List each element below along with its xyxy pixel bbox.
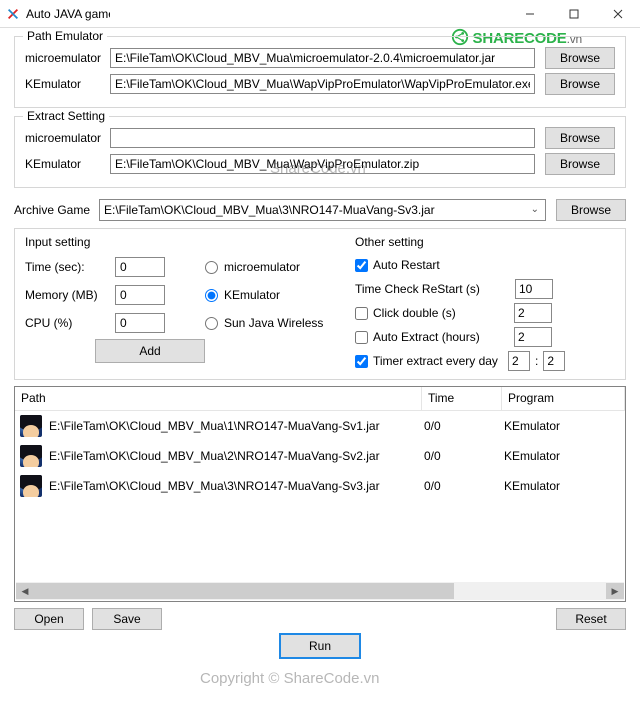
open-button[interactable]: Open — [14, 608, 84, 630]
click-double-input[interactable] — [514, 303, 552, 323]
row-path: E:\FileTam\OK\Cloud_MBV_Mua\2\NRO147-Mua… — [45, 449, 424, 463]
avatar-icon — [20, 445, 42, 467]
kemulator-path-input[interactable] — [110, 74, 535, 94]
extract-kemu-label: KEmulator — [25, 157, 110, 171]
avatar-icon — [20, 475, 42, 497]
timer-extract-hour-input[interactable] — [508, 351, 530, 371]
time-label: Time (sec): — [25, 260, 115, 274]
extract-setting-title: Extract Setting — [23, 109, 109, 123]
col-program-header[interactable]: Program — [502, 387, 625, 410]
run-button[interactable]: Run — [280, 634, 360, 658]
extract-setting-group: Extract Setting microemulator Browse KEm… — [14, 116, 626, 188]
close-button[interactable] — [596, 0, 640, 28]
row-path: E:\FileTam\OK\Cloud_MBV_Mua\3\NRO147-Mua… — [45, 479, 424, 493]
timer-extract-checkbox[interactable] — [355, 355, 368, 368]
auto-extract-checkbox[interactable] — [355, 331, 368, 344]
auto-extract-input[interactable] — [514, 327, 552, 347]
title-bar: Auto JAVA game — [0, 0, 640, 28]
extract-micro-browse-button[interactable]: Browse — [545, 127, 615, 149]
window-controls — [508, 0, 640, 28]
archive-browse-button[interactable]: Browse — [556, 199, 626, 221]
kemulator-radio[interactable] — [205, 289, 218, 302]
row-program: KEmulator — [504, 449, 625, 463]
kemulator-path-browse-button[interactable]: Browse — [545, 73, 615, 95]
settings-panel: Input setting Time (sec): Memory (MB) CP… — [14, 228, 626, 380]
click-double-label: Click double (s) — [373, 306, 509, 320]
row-time: 0/0 — [424, 449, 504, 463]
title-overlay — [110, 4, 240, 22]
archive-game-value: E:\FileTam\OK\Cloud_MBV_Mua\3\NRO147-Mua… — [104, 203, 435, 217]
app-icon — [6, 7, 20, 21]
row-time: 0/0 — [424, 419, 504, 433]
watermark-copyright: Copyright © ShareCode.vn — [200, 670, 379, 687]
row-path: E:\FileTam\OK\Cloud_MBV_Mua\1\NRO147-Mua… — [45, 419, 424, 433]
extract-kemu-browse-button[interactable]: Browse — [545, 153, 615, 175]
row-icon — [17, 445, 45, 467]
table-row[interactable]: E:\FileTam\OK\Cloud_MBV_Mua\2\NRO147-Mua… — [15, 441, 625, 471]
save-button[interactable]: Save — [92, 608, 162, 630]
horizontal-scrollbar[interactable]: ◀ ▶ — [16, 582, 624, 600]
game-table: Path Time Program E:\FileTam\OK\Cloud_MB… — [14, 386, 626, 602]
microemulator-radio[interactable] — [205, 261, 218, 274]
timer-extract-min-input[interactable] — [543, 351, 565, 371]
scroll-thumb[interactable] — [34, 583, 454, 599]
auto-restart-label: Auto Restart — [373, 258, 440, 272]
row-program: KEmulator — [504, 479, 625, 493]
time-input[interactable] — [115, 257, 165, 277]
sunjava-radio-label: Sun Java Wireless — [224, 316, 334, 330]
reset-button[interactable]: Reset — [556, 608, 626, 630]
avatar-icon — [20, 415, 42, 437]
scroll-right-icon[interactable]: ▶ — [606, 583, 624, 599]
table-row[interactable]: E:\FileTam\OK\Cloud_MBV_Mua\3\NRO147-Mua… — [15, 471, 625, 501]
path-emulator-title: Path Emulator — [23, 29, 107, 43]
microemulator-path-browse-button[interactable]: Browse — [545, 47, 615, 69]
auto-restart-checkbox[interactable] — [355, 259, 368, 272]
microemulator-path-input[interactable] — [110, 48, 535, 68]
memory-input[interactable] — [115, 285, 165, 305]
auto-extract-label: Auto Extract (hours) — [373, 330, 509, 344]
time-check-restart-input[interactable] — [515, 279, 553, 299]
time-check-restart-label: Time Check ReStart (s) — [355, 282, 510, 296]
sunjava-radio[interactable] — [205, 317, 218, 330]
extract-micro-input[interactable] — [110, 128, 535, 148]
row-time: 0/0 — [424, 479, 504, 493]
row-icon — [17, 475, 45, 497]
kemulator-path-label: KEmulator — [25, 77, 110, 91]
minimize-button[interactable] — [508, 0, 552, 28]
chevron-down-icon: ⌄ — [531, 204, 539, 215]
cpu-input[interactable] — [115, 313, 165, 333]
scroll-left-icon[interactable]: ◀ — [16, 583, 34, 599]
window-title: Auto JAVA game — [26, 7, 115, 21]
microemulator-path-label: microemulator — [25, 51, 110, 65]
col-path-header[interactable]: Path — [15, 387, 422, 410]
microemulator-radio-label: microemulator — [224, 260, 300, 274]
extract-micro-label: microemulator — [25, 131, 110, 145]
archive-game-label: Archive Game — [14, 203, 99, 217]
path-emulator-group: Path Emulator microemulator Browse KEmul… — [14, 36, 626, 108]
click-double-checkbox[interactable] — [355, 307, 368, 320]
col-time-header[interactable]: Time — [422, 387, 502, 410]
row-program: KEmulator — [504, 419, 625, 433]
add-button[interactable]: Add — [95, 339, 205, 363]
cpu-label: CPU (%) — [25, 316, 115, 330]
table-row[interactable]: E:\FileTam\OK\Cloud_MBV_Mua\1\NRO147-Mua… — [15, 411, 625, 441]
kemulator-radio-label: KEmulator — [224, 288, 280, 302]
memory-label: Memory (MB) — [25, 288, 115, 302]
other-setting-title: Other setting — [355, 235, 615, 249]
archive-game-combobox[interactable]: E:\FileTam\OK\Cloud_MBV_Mua\3\NRO147-Mua… — [99, 199, 546, 221]
maximize-button[interactable] — [552, 0, 596, 28]
input-setting-title: Input setting — [25, 235, 205, 249]
extract-kemu-input[interactable] — [110, 154, 535, 174]
timer-extract-label: Timer extract every day — [373, 354, 503, 368]
row-icon — [17, 415, 45, 437]
